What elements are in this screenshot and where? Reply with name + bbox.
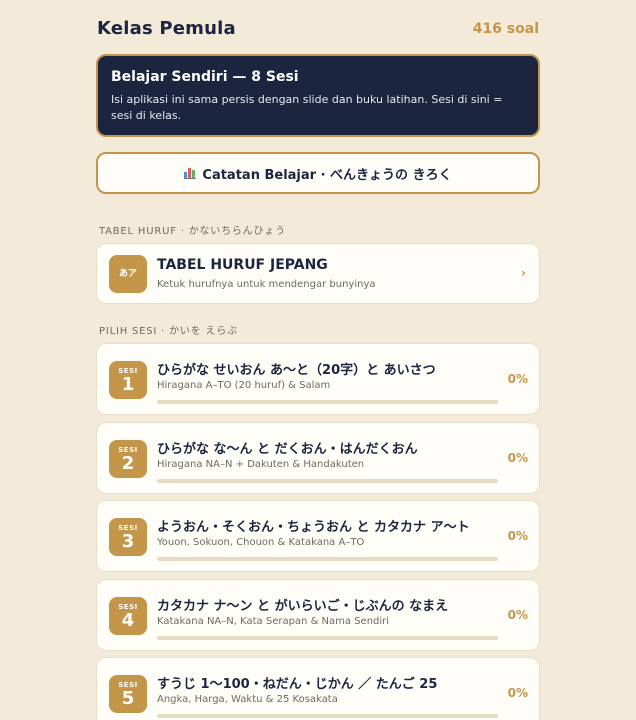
session-subtitle: Hiragana NA–N + Dakuten & Handakuten (157, 458, 365, 470)
session-number: 1 (121, 374, 135, 395)
intro-banner-title: Belajar Sendiri — 8 Sesi (111, 69, 299, 85)
session-number: 5 (121, 688, 135, 709)
session-percent: 0% (507, 686, 528, 700)
session-card[interactable]: SESI 1 ひらがな せいおん あ〜と（20字）と あいさつ Hiragana A–… (96, 343, 540, 415)
session-progress-bar (157, 400, 498, 404)
session-progress-bar (157, 557, 498, 561)
session-progress-bar (157, 714, 498, 718)
intro-banner-description: Isi aplikasi ini sama persis dengan slid… (111, 93, 503, 122)
session-card[interactable]: SESI 2 ひらがな な〜ん と だくおん・はんだくおん Hiragana NA–N… (96, 421, 540, 494)
page-header: Kelas Pemula 416 soal (96, 18, 540, 42)
session-section-label: PILIH SESI · かいを えらぶ (99, 326, 238, 337)
session-badge: SESI 3 (109, 518, 147, 556)
session-card[interactable]: SESI 5 すうじ 1〜100・ねだん・じかん ／ たんご 25 Angka, Ha… (96, 657, 540, 720)
session-title: すうじ 1〜100・ねだん・じかん ／ たんご 25 (157, 677, 438, 692)
study-log-button[interactable]: Catatan Belajar · べんきょうの きろく (96, 152, 540, 194)
page-title: Kelas Pemula (97, 18, 236, 39)
session-title: ひらがな な〜ん と だくおん・はんだくおん (157, 441, 418, 457)
session-title: ようおん・そくおん・ちょうおん と カタカナ ア〜ト (157, 520, 470, 535)
session-number: 3 (121, 531, 135, 552)
session-title: カタカナ ナ〜ン と がいらいご・じぶんの なまえ (157, 598, 449, 614)
session-subtitle: Hiragana A–TO (20 huruf) & Salam (157, 380, 331, 391)
session-title: ひらがな せいおん あ〜と（20字）と あいさつ (157, 363, 436, 378)
intro-banner: Belajar Sendiri — 8 Sesi Isi aplikasi in… (96, 54, 540, 137)
kana-table-title: TABEL HURUF JEPANG (157, 257, 328, 273)
bar-chart-icon (184, 167, 197, 179)
session-badge: SESI 2 (109, 439, 147, 478)
kana-table-subtitle: Ketuk hurufnya untuk mendengar bunyinya (157, 279, 376, 290)
kana-badge: あア (109, 255, 147, 293)
session-badge: SESI 1 (109, 361, 147, 399)
session-percent: 0% (507, 607, 528, 622)
session-subtitle: Angka, Harga, Waktu & 25 Kosakata (157, 694, 338, 705)
session-subtitle: Youon, Sokuon, Chouon & Katakana A–TO (157, 537, 365, 548)
study-log-label: Catatan Belajar · べんきょうの きろく (202, 167, 452, 183)
session-percent: 0% (507, 372, 528, 386)
session-subtitle: Katakana NA–N, Kata Serapan & Nama Sendi… (157, 615, 390, 627)
question-count: 416 soal (472, 21, 539, 37)
session-progress-bar (157, 635, 498, 640)
session-progress-bar (157, 478, 498, 483)
kana-table-card[interactable]: あア TABEL HURUF JEPANG Ketuk hurufnya unt… (96, 243, 540, 304)
session-percent: 0% (507, 529, 528, 543)
session-card[interactable]: SESI 4 カタカナ ナ〜ン と がいらいご・じぶんの なまえ Katakana N… (96, 578, 540, 651)
session-badge: SESI 4 (109, 596, 147, 635)
session-percent: 0% (507, 450, 528, 465)
session-number: 4 (121, 609, 135, 631)
chevron-right-icon: › (521, 266, 526, 280)
kana-section-label: TABEL HURUF · かないちらんひょう (99, 226, 286, 237)
session-card[interactable]: SESI 3 ようおん・そくおん・ちょうおん と カタカナ ア〜ト Youon, So… (96, 500, 540, 572)
session-number: 2 (121, 452, 135, 474)
session-badge: SESI 5 (109, 675, 147, 713)
